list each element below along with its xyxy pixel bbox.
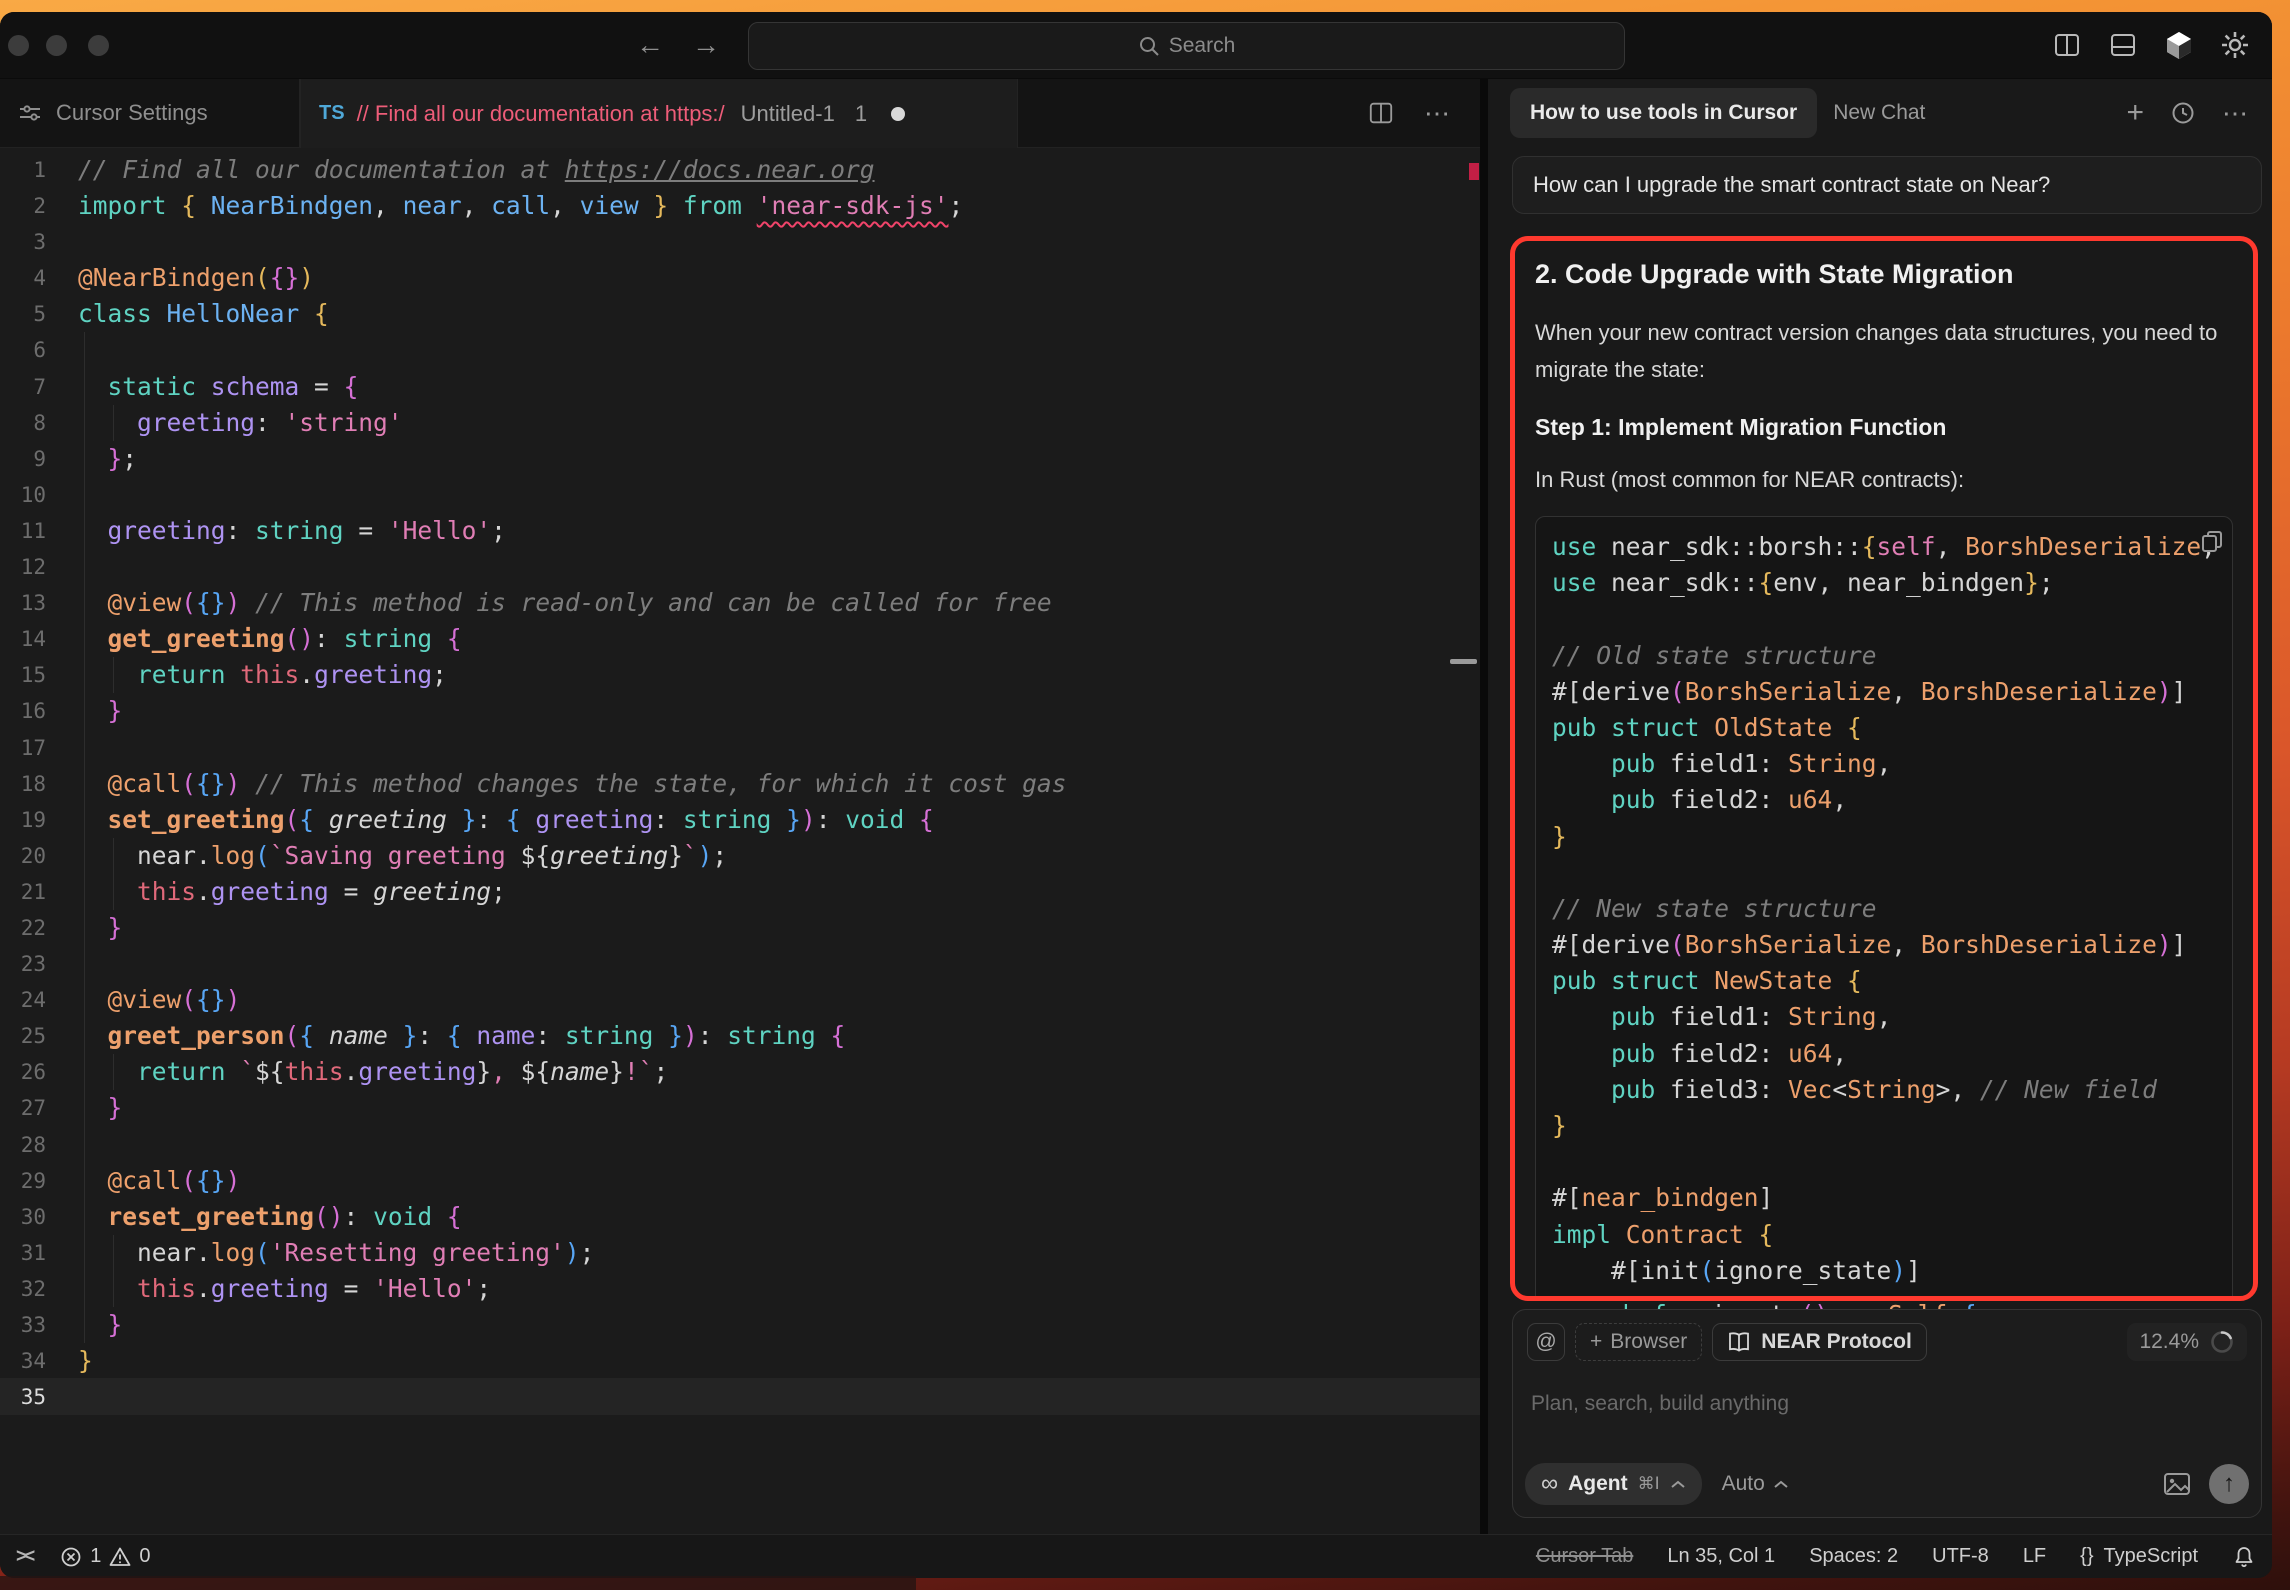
context-usage-indicator[interactable]: 12.4% [2127,1323,2247,1361]
rust-code-content: use near_sdk::borsh::{self, BorshDeseria… [1552,529,2232,1289]
chat-panel: How to use tools in Cursor New Chat + ⋯ … [1488,79,2272,1534]
search-icon [1138,35,1160,57]
code-content: // Find all our documentation at https:/… [78,152,1066,1415]
send-button[interactable]: ↑ [2209,1464,2249,1504]
modified-dot-icon[interactable] [891,107,905,121]
chat-more-actions-icon[interactable]: ⋯ [2222,98,2250,129]
book-icon [1727,1331,1751,1353]
app-window: ← → Search [0,12,2272,1578]
chat-tab-active[interactable]: How to use tools in Cursor [1510,88,1817,138]
tab-file-preview: // Find all our documentation at https:/ [357,101,725,127]
bell-icon[interactable] [2232,1545,2256,1569]
overview-ruler-marker [1450,659,1477,664]
model-selector[interactable]: Auto [1722,1472,1789,1496]
answer-subheading: Step 1: Implement Migration Function [1535,414,2233,441]
indentation-setting[interactable]: Spaces: 2 [1809,1545,1898,1568]
search-input[interactable]: Search [748,22,1625,70]
titlebar: ← → Search [0,12,2272,79]
line-numbers: 1234567891011121314151617181920212223242… [0,152,46,1415]
editor-tab-strip: Cursor Settings TS // Find all our docum… [0,79,1480,148]
rust-code-block[interactable]: use near_sdk::borsh::{self, BorshDeseria… [1535,516,2233,1301]
traffic-light-minimize[interactable] [46,35,67,56]
cursor-position[interactable]: Ln 35, Col 1 [1667,1545,1775,1568]
overview-ruler-error-mark [1469,163,1479,180]
chevron-up-icon [1670,1479,1686,1490]
context-doc-chip[interactable]: NEAR Protocol [1712,1323,1927,1361]
tab-label: Cursor Settings [56,100,208,126]
error-icon [60,1546,82,1568]
answer-heading: 2. Code Upgrade with State Migration [1535,259,2233,290]
traffic-light-zoom[interactable] [88,35,109,56]
agent-label: Agent [1568,1472,1628,1496]
split-columns-icon[interactable] [2052,30,2082,60]
chat-header: How to use tools in Cursor New Chat + ⋯ [1488,79,2272,147]
chat-input-placeholder: Plan, search, build anything [1531,1392,1789,1416]
warning-icon [109,1546,131,1568]
code-editor[interactable]: 1234567891011121314151617181920212223242… [0,148,1480,1534]
user-question-bubble: How can I upgrade the smart contract sta… [1512,156,2262,214]
status-bar: >< 1 0 Cursor Tab Ln 35, Col 1 Spaces: 2… [0,1534,2272,1578]
editor-more-actions-icon[interactable]: ⋯ [1424,98,1452,129]
eol-setting[interactable]: LF [2023,1545,2046,1568]
toggle-panel-icon[interactable] [2108,30,2138,60]
gear-icon[interactable] [2220,30,2250,60]
language-label: TypeScript [2104,1545,2198,1568]
search-placeholder: Search [1169,34,1236,58]
chevron-up-icon [1773,1479,1789,1490]
cursor-tab-toggle[interactable]: Cursor Tab [1536,1545,1633,1568]
model-label: Auto [1722,1472,1765,1496]
usage-percent: 12.4% [2139,1330,2199,1354]
tab-problem-count: 1 [855,101,867,127]
chat-tab-new[interactable]: New Chat [1833,101,1925,125]
error-count: 1 [90,1545,101,1568]
language-mode[interactable]: {} TypeScript [2080,1545,2198,1568]
split-editor-icon[interactable] [1368,100,1394,126]
answer-paragraph: In Rust (most common for NEAR contracts)… [1535,461,2233,498]
forward-button[interactable]: → [692,12,720,78]
agent-shortcut: ⌘I [1638,1474,1660,1494]
infinity-icon: ∞ [1541,1470,1558,1498]
annotated-answer-region: 2. Code Upgrade with State Migration Whe… [1510,236,2258,1301]
encoding-setting[interactable]: UTF-8 [1932,1545,1989,1568]
history-icon[interactable] [2170,100,2196,126]
settings-sliders-icon [18,101,42,125]
mention-button[interactable]: @ [1527,1323,1565,1361]
remote-indicator-icon[interactable]: >< [16,1546,32,1568]
answer-paragraph: When your new contract version changes d… [1535,314,2233,388]
cursor-logo-icon[interactable] [2164,30,2194,60]
copy-code-icon[interactable] [2200,529,2224,553]
warning-count: 0 [139,1545,150,1568]
chat-input-box[interactable]: @ + Browser NEAR Protocol 12.4% [1512,1309,2262,1518]
editor-pane: Cursor Settings TS // Find all our docum… [0,79,1480,1534]
back-button[interactable]: ← [636,12,664,78]
image-attach-icon[interactable] [2163,1472,2191,1496]
braces-icon: {} [2080,1545,2093,1568]
new-chat-icon[interactable]: + [2126,98,2144,128]
browser-chip-label: Browser [1610,1330,1687,1354]
agent-mode-selector[interactable]: ∞ Agent ⌘I [1525,1463,1702,1505]
problems-indicator[interactable]: 1 0 [60,1545,150,1568]
tab-file-name: Untitled-1 [741,101,835,127]
pane-splitter[interactable] [1480,79,1488,1534]
tab-cursor-settings[interactable]: Cursor Settings [0,79,300,147]
desktop-wallpaper: ← → Search [0,0,2290,1590]
typescript-file-icon: TS [319,102,345,125]
traffic-light-close[interactable] [8,35,29,56]
plus-icon: + [1590,1330,1602,1354]
tab-untitled-file[interactable]: TS // Find all our documentation at http… [300,79,1018,148]
usage-ring-icon [2209,1329,2235,1355]
browser-chip[interactable]: + Browser [1575,1323,1702,1361]
context-chip-label: NEAR Protocol [1761,1330,1912,1354]
